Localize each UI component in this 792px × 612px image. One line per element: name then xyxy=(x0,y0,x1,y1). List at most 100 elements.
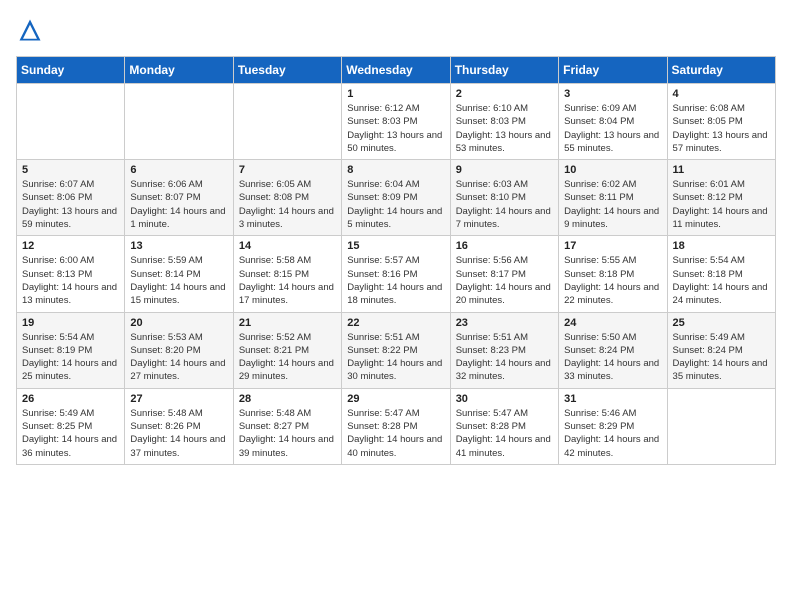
day-number: 2 xyxy=(456,88,553,100)
day-number: 28 xyxy=(239,393,336,405)
day-info: Sunrise: 5:48 AMSunset: 8:26 PMDaylight:… xyxy=(130,407,227,460)
calendar-day-cell: 18Sunrise: 5:54 AMSunset: 8:18 PMDayligh… xyxy=(667,236,775,312)
day-info: Sunrise: 5:54 AMSunset: 8:19 PMDaylight:… xyxy=(22,331,119,384)
day-number: 5 xyxy=(22,164,119,176)
day-number: 8 xyxy=(347,164,444,176)
calendar-day-cell: 29 Sunrise: 5:47 AMSunset: 8:28 PMDayligh… xyxy=(342,388,450,464)
day-number: 1 xyxy=(347,88,444,100)
calendar-day-header: Friday xyxy=(559,57,667,84)
day-info: Sunrise: 5:59 AMSunset: 8:14 PMDaylight:… xyxy=(130,254,227,307)
day-info: Sunrise: 6:08 AMSunset: 8:05 PMDaylight:… xyxy=(673,102,770,155)
day-number: 10 xyxy=(564,164,661,176)
day-number: 11 xyxy=(673,164,770,176)
day-info: Sunrise: 5:49 AMSunset: 8:25 PMDaylight:… xyxy=(22,407,119,460)
day-number: 20 xyxy=(130,317,227,329)
day-info: Sunrise: 5:52 AMSunset: 8:21 PMDaylight:… xyxy=(239,331,336,384)
calendar-day-cell: 17Sunrise: 5:55 AMSunset: 8:18 PMDayligh… xyxy=(559,236,667,312)
day-number: 14 xyxy=(239,240,336,252)
day-info: Sunrise: 6:00 AMSunset: 8:13 PMDaylight:… xyxy=(22,254,119,307)
day-info: Sunrise: 6:04 AMSunset: 8:09 PMDaylight:… xyxy=(347,178,444,231)
calendar-day-header: Sunday xyxy=(17,57,125,84)
day-info: Sunrise: 6:12 AMSunset: 8:03 PMDaylight:… xyxy=(347,102,444,155)
day-number: 23 xyxy=(456,317,553,329)
day-number: 7 xyxy=(239,164,336,176)
day-number: 19 xyxy=(22,317,119,329)
calendar-week-row: 1 Sunrise: 6:12 AMSunset: 8:03 PMDaylight… xyxy=(17,84,776,160)
calendar-day-cell xyxy=(667,388,775,464)
day-number: 13 xyxy=(130,240,227,252)
page-header xyxy=(16,16,776,44)
calendar-day-cell: 13 Sunrise: 5:59 AMSunset: 8:14 PMDayligh… xyxy=(125,236,233,312)
day-number: 21 xyxy=(239,317,336,329)
day-info: Sunrise: 5:51 AMSunset: 8:22 PMDaylight:… xyxy=(347,331,444,384)
day-number: 22 xyxy=(347,317,444,329)
calendar-day-header: Monday xyxy=(125,57,233,84)
day-number: 24 xyxy=(564,317,661,329)
day-info: Sunrise: 6:10 AMSunset: 8:03 PMDaylight:… xyxy=(456,102,553,155)
day-info: Sunrise: 5:48 AMSunset: 8:27 PMDaylight:… xyxy=(239,407,336,460)
calendar-week-row: 26 Sunrise: 5:49 AMSunset: 8:25 PMDayligh… xyxy=(17,388,776,464)
day-number: 26 xyxy=(22,393,119,405)
calendar-day-header: Thursday xyxy=(450,57,558,84)
calendar-day-cell: 11 Sunrise: 6:01 AMSunset: 8:12 PMDayligh… xyxy=(667,160,775,236)
day-info: Sunrise: 6:03 AMSunset: 8:10 PMDaylight:… xyxy=(456,178,553,231)
day-info: Sunrise: 5:49 AMSunset: 8:24 PMDaylight:… xyxy=(673,331,770,384)
calendar-day-cell: 24Sunrise: 5:50 AMSunset: 8:24 PMDayligh… xyxy=(559,312,667,388)
calendar-day-cell: 16 Sunrise: 5:56 AMSunset: 8:17 PMDayligh… xyxy=(450,236,558,312)
calendar-week-row: 12 Sunrise: 6:00 AMSunset: 8:13 PMDayligh… xyxy=(17,236,776,312)
calendar-week-row: 5Sunrise: 6:07 AMSunset: 8:06 PMDaylight… xyxy=(17,160,776,236)
day-info: Sunrise: 5:57 AMSunset: 8:16 PMDaylight:… xyxy=(347,254,444,307)
day-number: 27 xyxy=(130,393,227,405)
day-number: 15 xyxy=(347,240,444,252)
calendar-day-cell xyxy=(125,84,233,160)
calendar-day-cell: 27 Sunrise: 5:48 AMSunset: 8:26 PMDayligh… xyxy=(125,388,233,464)
calendar-day-cell: 6Sunrise: 6:06 AMSunset: 8:07 PMDaylight… xyxy=(125,160,233,236)
calendar-day-cell xyxy=(17,84,125,160)
calendar-day-cell: 25 Sunrise: 5:49 AMSunset: 8:24 PMDayligh… xyxy=(667,312,775,388)
day-info: Sunrise: 5:47 AMSunset: 8:28 PMDaylight:… xyxy=(347,407,444,460)
calendar-day-cell: 26 Sunrise: 5:49 AMSunset: 8:25 PMDayligh… xyxy=(17,388,125,464)
day-info: Sunrise: 5:56 AMSunset: 8:17 PMDaylight:… xyxy=(456,254,553,307)
day-number: 6 xyxy=(130,164,227,176)
day-info: Sunrise: 6:09 AMSunset: 8:04 PMDaylight:… xyxy=(564,102,661,155)
day-number: 12 xyxy=(22,240,119,252)
calendar-day-cell: 7 Sunrise: 6:05 AMSunset: 8:08 PMDaylight… xyxy=(233,160,341,236)
calendar-day-cell: 10Sunrise: 6:02 AMSunset: 8:11 PMDayligh… xyxy=(559,160,667,236)
day-info: Sunrise: 5:51 AMSunset: 8:23 PMDaylight:… xyxy=(456,331,553,384)
calendar-day-cell: 28 Sunrise: 5:48 AMSunset: 8:27 PMDayligh… xyxy=(233,388,341,464)
day-info: Sunrise: 6:05 AMSunset: 8:08 PMDaylight:… xyxy=(239,178,336,231)
day-info: Sunrise: 5:46 AMSunset: 8:29 PMDaylight:… xyxy=(564,407,661,460)
calendar-day-cell: 8 Sunrise: 6:04 AMSunset: 8:09 PMDaylight… xyxy=(342,160,450,236)
calendar-day-cell: 9Sunrise: 6:03 AMSunset: 8:10 PMDaylight… xyxy=(450,160,558,236)
day-info: Sunrise: 5:58 AMSunset: 8:15 PMDaylight:… xyxy=(239,254,336,307)
day-info: Sunrise: 5:54 AMSunset: 8:18 PMDaylight:… xyxy=(673,254,770,307)
logo xyxy=(16,16,48,44)
calendar-day-header: Wednesday xyxy=(342,57,450,84)
calendar-day-cell: 19 Sunrise: 5:54 AMSunset: 8:19 PMDayligh… xyxy=(17,312,125,388)
calendar-day-cell: 1 Sunrise: 6:12 AMSunset: 8:03 PMDaylight… xyxy=(342,84,450,160)
logo-icon xyxy=(16,16,44,44)
calendar-day-cell: 20 Sunrise: 5:53 AMSunset: 8:20 PMDayligh… xyxy=(125,312,233,388)
calendar-day-header: Tuesday xyxy=(233,57,341,84)
calendar-day-cell: 3Sunrise: 6:09 AMSunset: 8:04 PMDaylight… xyxy=(559,84,667,160)
day-number: 4 xyxy=(673,88,770,100)
calendar-day-cell: 22 Sunrise: 5:51 AMSunset: 8:22 PMDayligh… xyxy=(342,312,450,388)
calendar-day-cell: 23 Sunrise: 5:51 AMSunset: 8:23 PMDayligh… xyxy=(450,312,558,388)
day-number: 25 xyxy=(673,317,770,329)
calendar-week-row: 19 Sunrise: 5:54 AMSunset: 8:19 PMDayligh… xyxy=(17,312,776,388)
calendar-day-cell xyxy=(233,84,341,160)
calendar-day-cell: 30Sunrise: 5:47 AMSunset: 8:28 PMDayligh… xyxy=(450,388,558,464)
day-number: 31 xyxy=(564,393,661,405)
day-number: 16 xyxy=(456,240,553,252)
day-info: Sunrise: 6:01 AMSunset: 8:12 PMDaylight:… xyxy=(673,178,770,231)
calendar-day-cell: 4 Sunrise: 6:08 AMSunset: 8:05 PMDaylight… xyxy=(667,84,775,160)
calendar-day-header: Saturday xyxy=(667,57,775,84)
calendar-day-cell: 2 Sunrise: 6:10 AMSunset: 8:03 PMDaylight… xyxy=(450,84,558,160)
calendar-header-row: SundayMondayTuesdayWednesdayThursdayFrid… xyxy=(17,57,776,84)
day-info: Sunrise: 5:53 AMSunset: 8:20 PMDaylight:… xyxy=(130,331,227,384)
calendar-table: SundayMondayTuesdayWednesdayThursdayFrid… xyxy=(16,56,776,465)
calendar-day-cell: 14 Sunrise: 5:58 AMSunset: 8:15 PMDayligh… xyxy=(233,236,341,312)
calendar-day-cell: 15 Sunrise: 5:57 AMSunset: 8:16 PMDayligh… xyxy=(342,236,450,312)
calendar-day-cell: 12 Sunrise: 6:00 AMSunset: 8:13 PMDayligh… xyxy=(17,236,125,312)
day-number: 29 xyxy=(347,393,444,405)
